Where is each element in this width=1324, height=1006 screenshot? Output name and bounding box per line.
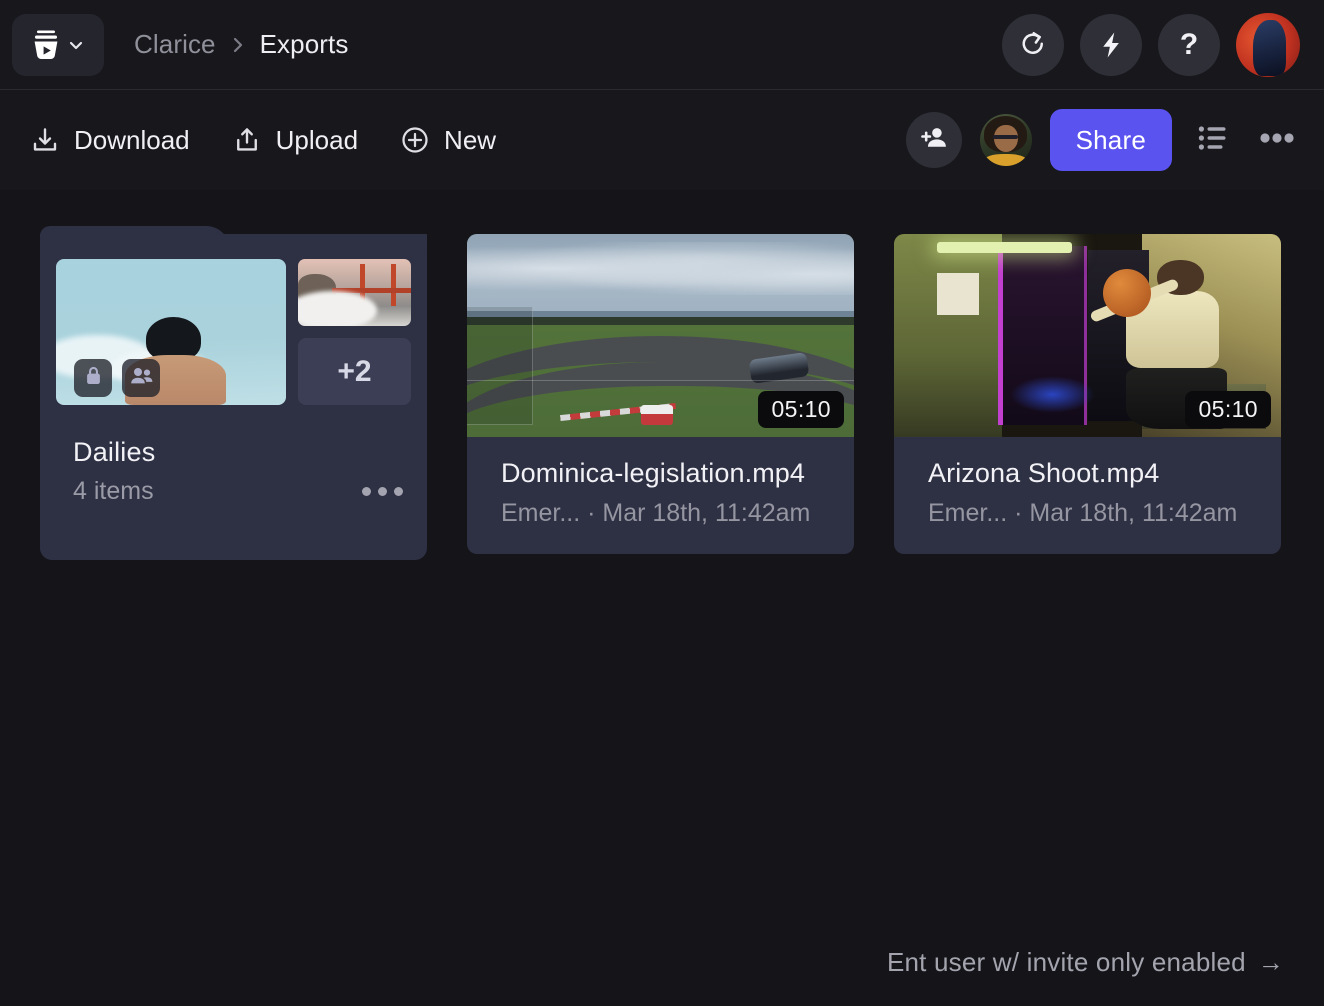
content-area: +2 Dailies 4 items 05:10 Dominica-legisl…: [0, 190, 1324, 1006]
duration-badge: 05:10: [758, 391, 844, 428]
lightning-bolt-icon: [1096, 30, 1126, 60]
asset-thumbnail: 05:10: [467, 234, 854, 437]
avatar-shirt: [984, 153, 1027, 166]
refresh-icon: [1018, 30, 1048, 60]
track-cones: [641, 404, 674, 425]
asset-subtitle: Emer... · Mar 18th, 11:42am: [501, 499, 811, 527]
asset-meta: Dominica-legislation.mp4 Emer... · Mar 1…: [467, 437, 854, 554]
new-label: New: [444, 124, 497, 155]
folder-overflow-count: +2: [298, 338, 411, 405]
people-badge[interactable]: [122, 359, 160, 397]
invite-only-label: Ent user w/ invite only enabled: [886, 947, 1246, 977]
breadcrumb-separator-icon: [230, 34, 246, 56]
folder-thumbnails: +2: [40, 234, 427, 405]
list-view-button[interactable]: [1190, 117, 1236, 163]
folder-badges: [74, 359, 160, 397]
asset-card-arizona[interactable]: 05:10 Arizona Shoot.mp4 Emer... · Mar 18…: [894, 234, 1281, 554]
clouds-layer: [467, 242, 854, 295]
blue-glow: [1010, 376, 1096, 413]
people-icon: [130, 366, 153, 390]
bridge-tower: [390, 264, 396, 306]
avatar[interactable]: [1236, 12, 1300, 77]
fluorescent-tube: [936, 242, 1072, 254]
folder-title: Dailies: [73, 437, 156, 467]
avatar-glasses: [993, 134, 1019, 140]
new-button[interactable]: New: [390, 119, 506, 162]
folder-meta: Dailies 4 items: [40, 405, 427, 506]
add-collaborator-button[interactable]: [905, 112, 962, 168]
download-button[interactable]: Download: [20, 119, 200, 162]
left-wall: [894, 234, 1003, 437]
refresh-button[interactable]: [1002, 13, 1064, 76]
folder-thumb-column: +2: [298, 259, 411, 405]
quick-actions-button[interactable]: [1080, 13, 1142, 76]
collaborator-avatar[interactable]: [979, 114, 1032, 166]
help-button[interactable]: ?: [1158, 13, 1220, 76]
app-header: Clarice Exports ?: [0, 0, 1324, 90]
lock-badge[interactable]: [74, 359, 112, 397]
asset-meta: Arizona Shoot.mp4 Emer... · Mar 18th, 11…: [894, 437, 1281, 554]
folder-item-count: 4 items: [73, 477, 154, 505]
workspace-switcher-button[interactable]: [12, 13, 104, 76]
toolbar-right-group: Share: [905, 109, 1300, 171]
duration-badge: 05:10: [1185, 391, 1271, 428]
invite-only-note[interactable]: Ent user w/ invite only enabled →: [887, 947, 1284, 978]
asset-title: Dominica-legislation.mp4: [501, 458, 806, 488]
plus-circle-icon: [400, 125, 430, 155]
add-person-icon: [920, 124, 948, 157]
action-toolbar: Download Upload New Share: [0, 90, 1324, 190]
upload-icon: [232, 125, 262, 155]
asset-grid: +2 Dailies 4 items 05:10 Dominica-legisl…: [40, 226, 1324, 560]
header-actions: ?: [1002, 12, 1300, 77]
folder-more-options-button[interactable]: [360, 479, 405, 504]
breadcrumb-current: Exports: [259, 29, 349, 59]
question-mark-icon: ?: [1179, 27, 1199, 61]
wave-foam: [298, 291, 378, 326]
asset-subtitle: Emer... · Mar 18th, 11:42am: [928, 499, 1238, 527]
asset-thumbnail: 05:10: [894, 234, 1281, 437]
list-view-icon: [1198, 125, 1228, 156]
scanline-overlay: [467, 380, 854, 382]
breadcrumb: Clarice Exports: [134, 29, 348, 60]
asset-title: Arizona Shoot.mp4: [928, 458, 1160, 488]
upload-label: Upload: [275, 124, 359, 155]
scope-overlay: [467, 307, 533, 425]
more-horizontal-icon: [1260, 131, 1294, 149]
wall-notice: [936, 272, 980, 316]
download-icon: [30, 125, 60, 155]
download-label: Download: [74, 124, 190, 155]
asset-card-dominica[interactable]: 05:10 Dominica-legislation.mp4 Emer... ·…: [467, 234, 854, 554]
lock-icon: [84, 365, 103, 391]
folder-thumbnail-secondary: [298, 259, 411, 326]
more-options-button[interactable]: [1254, 117, 1300, 163]
more-horizontal-icon: [378, 487, 387, 496]
upload-button[interactable]: Upload: [222, 119, 368, 162]
more-horizontal-icon: [394, 487, 403, 496]
frameio-bucket-logo-icon: [31, 29, 61, 61]
folder-sub-row: 4 items: [73, 477, 405, 506]
chevron-down-icon: [67, 36, 85, 54]
breadcrumb-parent[interactable]: Clarice: [134, 29, 216, 60]
more-horizontal-icon: [362, 487, 371, 496]
basketball: [1102, 268, 1151, 317]
share-button[interactable]: Share: [1049, 109, 1172, 171]
arrow-right-icon: →: [1257, 947, 1284, 977]
folder-card-dailies[interactable]: +2 Dailies 4 items: [40, 226, 427, 560]
